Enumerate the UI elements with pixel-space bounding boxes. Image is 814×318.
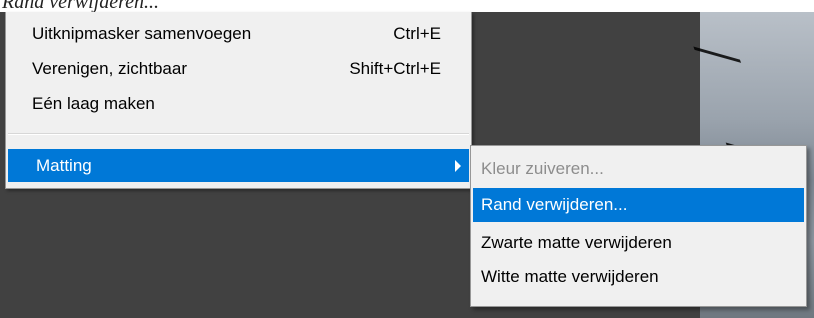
menu-item-shortcut: Ctrl+E (393, 24, 441, 43)
menu-item-label: Matting (36, 156, 92, 175)
menu-item-label: Eén laag maken (32, 94, 155, 113)
submenu-item-remove-black-matte[interactable]: Zwarte matte verwijderen (473, 226, 804, 260)
matting-submenu: Kleur zuiveren... Rand verwijderen... Zw… (470, 145, 807, 307)
submenu-item-defringe[interactable]: Rand verwijderen... (473, 188, 804, 222)
layer-menu: Uitknipmasker samenvoegen Ctrl+E Verenig… (5, 12, 472, 189)
menu-item-label: Verenigen, zichtbaar (32, 59, 187, 78)
menu-separator (8, 133, 469, 135)
submenu-item-label: Witte matte verwijderen (481, 267, 659, 286)
submenu-item-color-decontaminate[interactable]: Kleur zuiveren... (473, 152, 804, 186)
menu-item-shortcut: Shift+Ctrl+E (349, 59, 441, 78)
menu-item-label: Uitknipmasker samenvoegen (32, 24, 252, 43)
submenu-item-remove-white-matte[interactable]: Witte matte verwijderen (473, 260, 804, 294)
submenu-arrow-icon (455, 160, 461, 172)
submenu-item-label: Kleur zuiveren... (481, 159, 604, 178)
menu-item-merge-visible[interactable]: Verenigen, zichtbaar Shift+Ctrl+E (6, 54, 471, 84)
menu-item-flatten-image[interactable]: Eén laag maken (6, 89, 471, 119)
menu-item-matting[interactable]: Matting (8, 149, 469, 182)
submenu-item-label: Zwarte matte verwijderen (481, 233, 672, 252)
submenu-item-label: Rand verwijderen... (481, 195, 628, 214)
menu-item-merge-clipping-mask[interactable]: Uitknipmasker samenvoegen Ctrl+E (6, 19, 471, 49)
